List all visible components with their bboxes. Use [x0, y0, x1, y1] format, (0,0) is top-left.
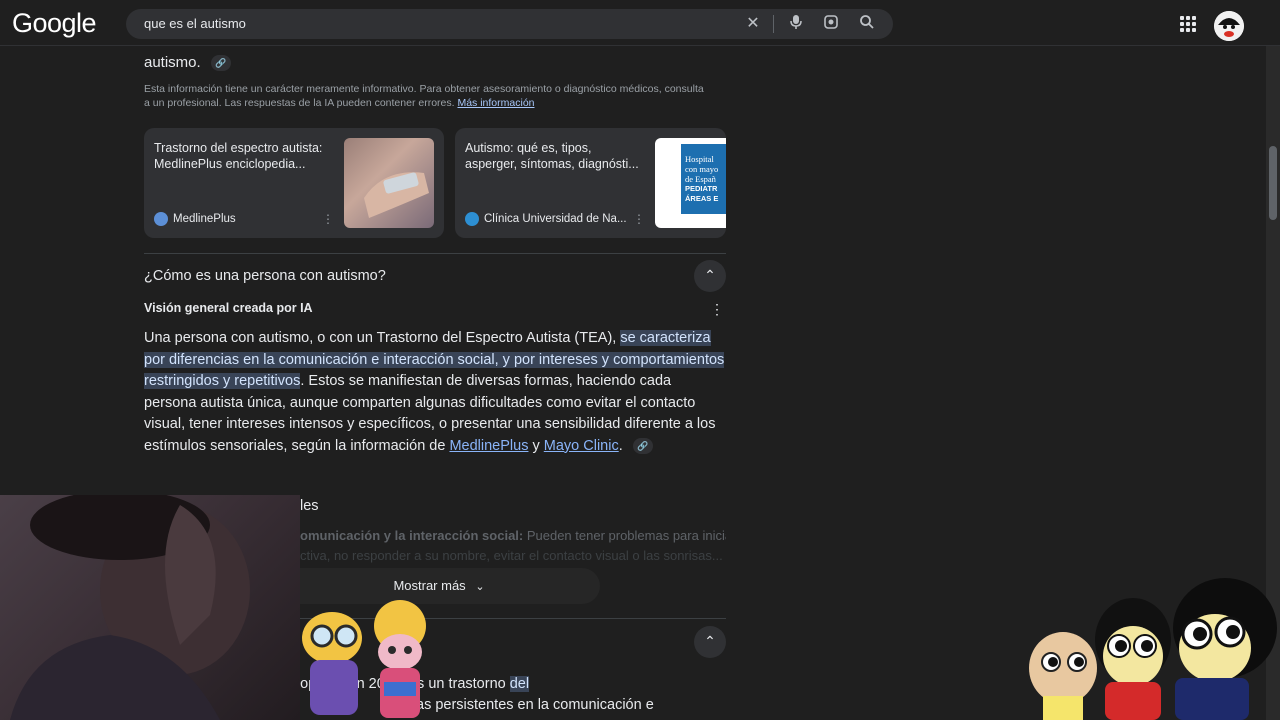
- card-source-name: Clínica Universidad de Na...: [484, 213, 627, 225]
- chevron-up-icon[interactable]: ⌃: [694, 260, 726, 292]
- google-logo[interactable]: Google: [12, 8, 97, 39]
- scroll-thumb[interactable]: [1269, 146, 1277, 220]
- answer-text: Una persona con autismo, o con un Trasto…: [144, 330, 621, 346]
- card-source-name: MedlinePlus: [173, 213, 236, 225]
- clinica-favicon: [465, 212, 479, 226]
- more-options-icon[interactable]: ⋮: [710, 301, 724, 318]
- more-options-icon[interactable]: ⋮: [322, 212, 334, 226]
- medlineplus-link[interactable]: MedlinePlus: [449, 438, 528, 454]
- search-icon[interactable]: [857, 14, 877, 34]
- thumb-text: Hospital: [685, 154, 714, 164]
- disclaimer-text: Esta información tiene un carácter meram…: [144, 83, 704, 109]
- card-thumbnail: Hospital con mayo de Españ PEDIATR ÁREAS…: [655, 138, 726, 228]
- medlineplus-favicon: [154, 212, 168, 226]
- show-more-label: Mostrar más: [393, 578, 466, 593]
- avatar[interactable]: [1214, 11, 1244, 41]
- microphone-icon[interactable]: [786, 14, 806, 34]
- header: Google que es el autismo ✕: [0, 0, 1280, 46]
- overview-tail-text: autismo.: [144, 54, 201, 71]
- source-card-medlineplus[interactable]: Trastorno del espectro autista: MedlineP…: [144, 128, 444, 238]
- card-title: Autismo: qué es, tipos, asperger, síntom…: [465, 141, 639, 171]
- apps-grid-icon[interactable]: [1180, 16, 1196, 32]
- search-divider: [773, 15, 774, 33]
- cartoon-sticker-right: [1025, 578, 1280, 720]
- card-thumbnail: [344, 138, 434, 228]
- card-source: Clínica Universidad de Na...: [465, 212, 627, 226]
- source-card-clinica[interactable]: Autismo: qué es, tipos, asperger, síntom…: [455, 128, 726, 238]
- more-info-link[interactable]: Más información: [457, 97, 534, 109]
- faded-line: ctiva, no responder a su nombre, evitar …: [300, 548, 723, 563]
- question-title[interactable]: ¿Cómo es una persona con autismo?: [144, 268, 386, 284]
- more-options-icon[interactable]: ⋮: [633, 212, 645, 226]
- cartoon-sticker-left: [300, 600, 440, 720]
- link-icon[interactable]: 🔗: [210, 55, 231, 72]
- thumb-text: PEDIATR: [685, 184, 718, 193]
- search-input[interactable]: que es el autismo: [144, 16, 246, 31]
- chevron-down-icon: ⌄: [475, 581, 485, 593]
- faded-bold: omunicación y la interacción social:: [300, 528, 524, 543]
- faded-text: Pueden tener problemas para iniciar o: [523, 528, 726, 543]
- section-divider: [144, 253, 726, 254]
- answer-text: .: [618, 437, 623, 454]
- ai-overview-label: Visión general creada por IA: [144, 301, 313, 315]
- show-more-button[interactable]: Mostrar más ⌄: [278, 568, 600, 604]
- card-source: MedlinePlus: [154, 212, 236, 226]
- search-bar[interactable]: que es el autismo ✕: [126, 9, 893, 39]
- ai-answer: Una persona con autismo, o con un Trasto…: [144, 328, 726, 457]
- answer-text: y: [528, 437, 544, 454]
- chevron-up-icon[interactable]: ⌃: [694, 626, 726, 658]
- faded-heading: les: [300, 498, 319, 514]
- thumb-text: con mayo: [685, 164, 719, 174]
- lens-icon[interactable]: [821, 14, 841, 34]
- mayo-clinic-link[interactable]: Mayo Clinic: [544, 438, 619, 454]
- faded-line: omunicación y la interacción social: Pue…: [300, 528, 726, 543]
- answer-line: as persistentes en la comunicación e: [416, 697, 654, 713]
- thumb-text: ÁREAS E: [685, 194, 719, 203]
- ai-disclaimer: Esta información tiene un carácter meram…: [144, 82, 704, 110]
- card-title: Trastorno del espectro autista: MedlineP…: [154, 141, 323, 171]
- thumb-text: de Españ: [685, 174, 716, 184]
- answer-highlight: del: [509, 676, 530, 692]
- clear-icon[interactable]: ✕: [743, 14, 763, 34]
- link-icon[interactable]: 🔗: [632, 437, 653, 454]
- overview-tail: autismo. 🔗: [144, 54, 231, 72]
- webcam-overlay: [0, 490, 300, 720]
